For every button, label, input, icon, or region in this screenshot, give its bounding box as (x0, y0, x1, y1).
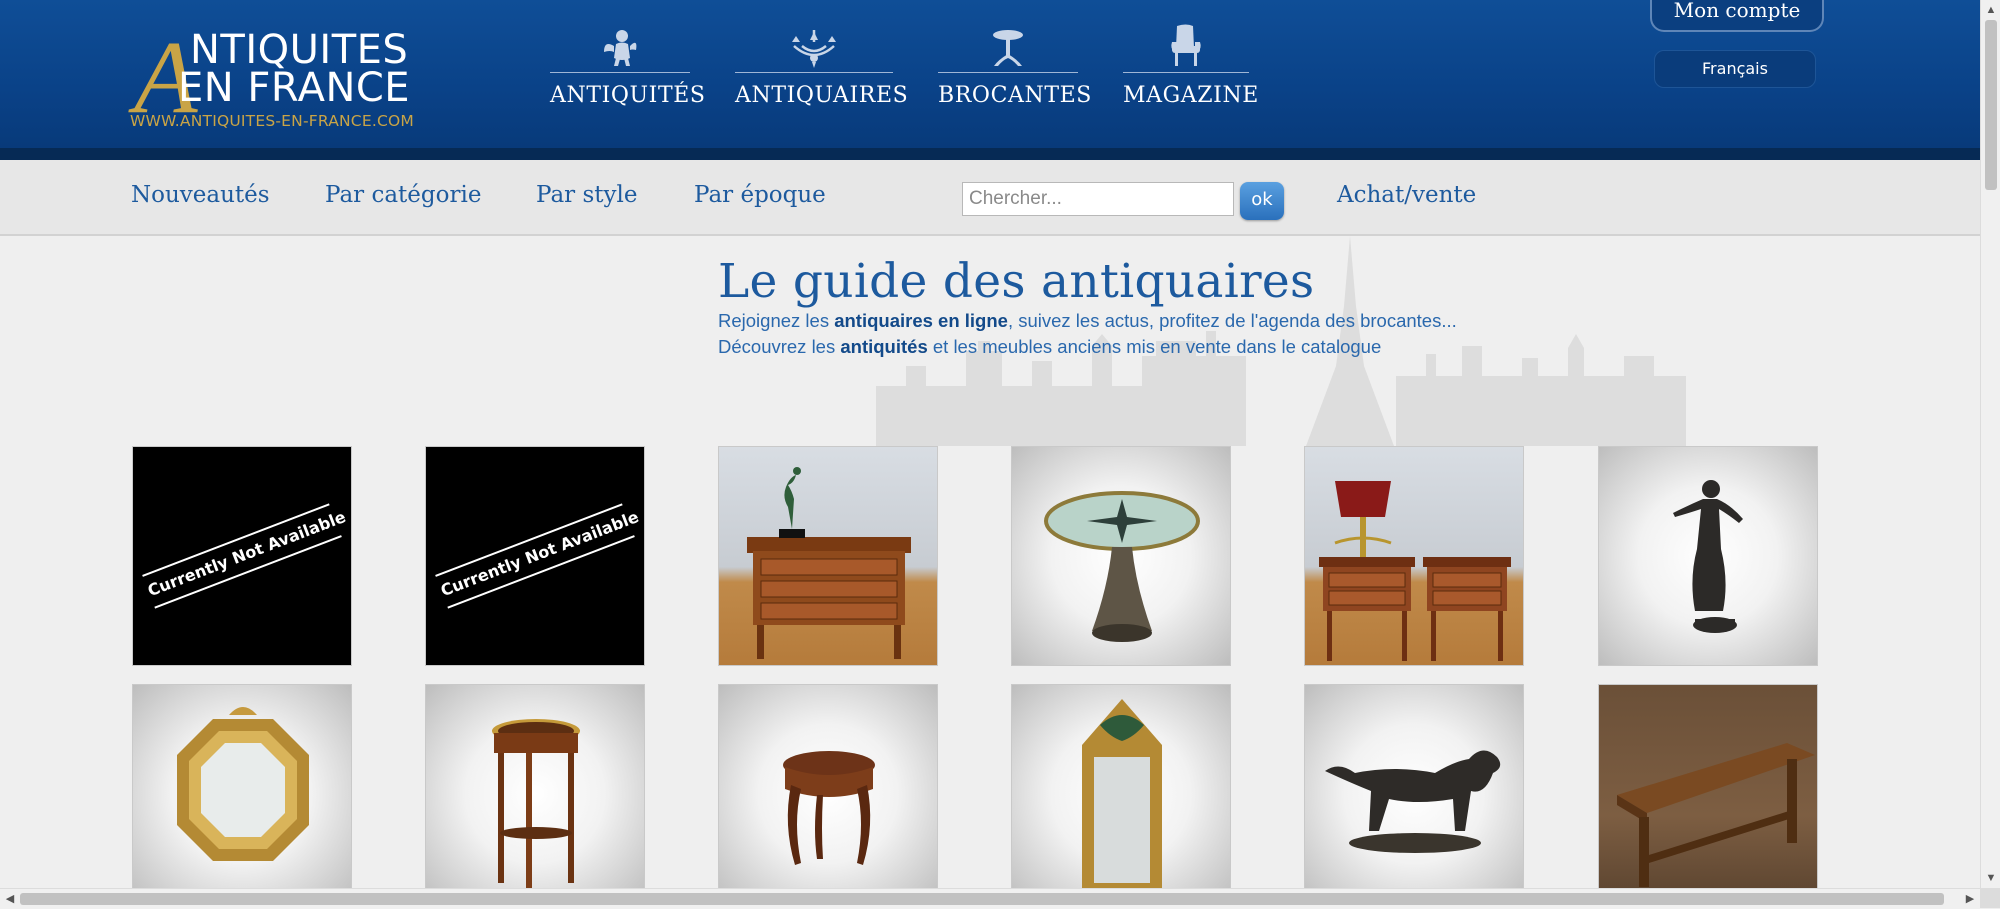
nav-antiquaires[interactable]: ANTIQUAIRES (735, 24, 909, 114)
product-tile-commode[interactable] (718, 446, 938, 666)
intro-line-2: Découvrez les antiquités et les meubles … (718, 336, 1381, 358)
account-button[interactable]: Mon compte (1650, 0, 1824, 32)
site-logo[interactable]: A NTIQUITES EN FRANCE WWW.ANTIQUITES-EN-… (130, 26, 450, 136)
search-input[interactable] (962, 182, 1234, 216)
intro-text: Découvrez les (718, 336, 841, 357)
nav-rule (1123, 72, 1249, 73)
nav-rule (735, 72, 893, 73)
chandelier-icon (735, 24, 893, 68)
nav-label: BROCANTES (938, 83, 1092, 108)
not-available-banner: Currently Not Available (435, 503, 641, 609)
octagonal-mirror-image (177, 707, 309, 861)
cherub-icon (550, 24, 690, 68)
subnav-achat-vente[interactable]: Achat/vente (1337, 182, 1476, 208)
not-available-banner: Currently Not Available (142, 503, 348, 609)
horizontal-scrollbar[interactable]: ◀ ▶ (0, 888, 1980, 909)
nav-magazine[interactable]: MAGAZINE (1123, 24, 1259, 114)
scroll-left-icon[interactable]: ◀ (2, 891, 18, 907)
intro-text: Rejoignez les (718, 310, 835, 331)
logo-url: WWW.ANTIQUITES-EN-FRANCE.COM (130, 112, 414, 130)
vertical-scrollbar[interactable]: ▲ ▼ (1980, 0, 2000, 890)
intro-text: , suivez les actus, profitez de l'agenda… (1007, 310, 1457, 331)
product-tile-bedside-tables[interactable] (1304, 446, 1524, 666)
bronze-dog-image (1325, 750, 1501, 853)
gilt-mirror-image (1082, 699, 1162, 895)
language-selector[interactable]: Français (1654, 50, 1816, 88)
commode-image (747, 467, 911, 659)
product-tile-compass-table[interactable] (1011, 446, 1231, 666)
product-tile-not-available[interactable]: Currently Not Available (132, 446, 352, 666)
intro-line-1: Rejoignez les antiquaires en ligne, suiv… (718, 310, 1457, 332)
product-tile-side-table[interactable] (718, 684, 938, 904)
product-tile-gueridon[interactable] (425, 684, 645, 904)
logo-line-2: EN FRANCE (178, 65, 411, 111)
bronze-statue-image (1673, 480, 1743, 633)
product-tile-bronze-dog[interactable] (1304, 684, 1524, 904)
product-tile-not-available[interactable]: Currently Not Available (425, 446, 645, 666)
product-tile-wooden-table[interactable] (1598, 684, 1818, 904)
compass-table-image (1044, 491, 1200, 642)
side-table-image (783, 751, 875, 865)
nav-brocantes[interactable]: BROCANTES (938, 24, 1092, 114)
nav-label: ANTIQUAIRES (735, 83, 909, 108)
scrollbar-corner (1980, 888, 2000, 908)
product-tile-bronze-statue[interactable] (1598, 446, 1818, 666)
header-stripe (0, 148, 1980, 160)
subnav-nouveautes[interactable]: Nouveautés (131, 182, 270, 208)
pedestal-table-icon (938, 24, 1078, 68)
scroll-right-icon[interactable]: ▶ (1962, 891, 1978, 907)
nav-rule (550, 72, 690, 73)
intro-link-antiquaires[interactable]: antiquaires en ligne (834, 310, 1008, 331)
scroll-up-icon[interactable]: ▲ (1983, 2, 1999, 18)
nav-antiquites[interactable]: ANTIQUITÉS (550, 24, 706, 114)
gueridon-image (492, 719, 580, 893)
page-title: Le guide des antiquaires (718, 254, 1315, 309)
intro-text: et les meubles anciens mis en vente dans… (927, 336, 1382, 357)
armchair-icon (1123, 24, 1249, 68)
nav-label: MAGAZINE (1123, 83, 1259, 108)
nav-label: ANTIQUITÉS (550, 83, 706, 108)
subnav-par-epoque[interactable]: Par époque (694, 182, 826, 208)
wooden-table-image (1617, 743, 1815, 887)
search-ok-button[interactable]: ok (1240, 182, 1284, 220)
product-tile-octagonal-mirror[interactable] (132, 684, 352, 904)
bedside-tables-image (1319, 481, 1511, 661)
scroll-down-icon[interactable]: ▼ (1983, 870, 1999, 886)
nav-rule (938, 72, 1078, 73)
product-tile-gilt-mirror[interactable] (1011, 684, 1231, 904)
intro-link-antiquites[interactable]: antiquités (840, 336, 927, 357)
sub-nav: Nouveautés Par catégorie Par style Par é… (0, 160, 1980, 236)
horizontal-scroll-thumb[interactable] (20, 893, 1944, 905)
subnav-par-style[interactable]: Par style (536, 182, 637, 208)
subnav-par-categorie[interactable]: Par catégorie (325, 182, 481, 208)
vertical-scroll-thumb[interactable] (1985, 20, 1997, 190)
